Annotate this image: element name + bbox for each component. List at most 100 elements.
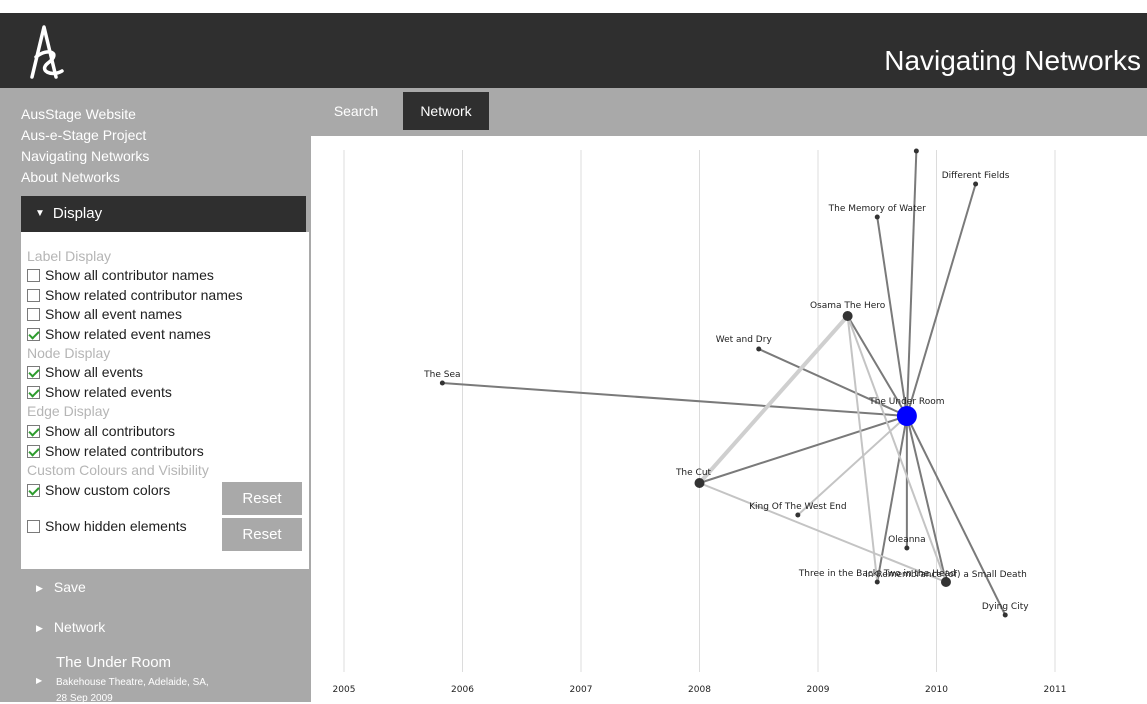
reset-hidden-button[interactable]: Reset bbox=[222, 518, 302, 551]
checkbox-checked[interactable] bbox=[27, 327, 40, 341]
option-show-related-events[interactable]: Show related events bbox=[27, 383, 172, 401]
display-accordion-header[interactable]: ▼ Display bbox=[21, 196, 306, 232]
node-different[interactable] bbox=[973, 181, 979, 187]
option-show-related-contributor-names[interactable]: Show related contributor names bbox=[27, 286, 243, 304]
checkbox-checked[interactable] bbox=[27, 444, 40, 458]
site-links: AusStage Website Aus-e-Stage Project Nav… bbox=[21, 104, 149, 188]
node-king[interactable] bbox=[795, 512, 801, 518]
edges bbox=[442, 150, 1007, 616]
node-label-memory: The Memory of Water bbox=[828, 204, 927, 214]
network-label: Network bbox=[53, 619, 106, 635]
link-aus-e-stage-project[interactable]: Aus-e-Stage Project bbox=[21, 125, 149, 146]
option-show-all-contributors[interactable]: Show all contributors bbox=[27, 422, 175, 440]
node-three[interactable] bbox=[874, 579, 880, 585]
option-label: Show custom colors bbox=[45, 482, 171, 498]
option-label: Show all contributors bbox=[45, 423, 175, 439]
node-sea[interactable] bbox=[439, 380, 445, 386]
option-label: Show related contributors bbox=[45, 443, 204, 459]
display-header-label: Display bbox=[52, 205, 103, 222]
option-label: Show related event names bbox=[45, 326, 211, 342]
triangle-right-icon: ▶ bbox=[36, 583, 43, 593]
option-label: Show hidden elements bbox=[45, 518, 187, 534]
save-label: Save bbox=[53, 579, 86, 595]
tab-bar: Search Network bbox=[311, 88, 1147, 136]
option-label: Show all events bbox=[45, 364, 144, 380]
axis-year-label: 2005 bbox=[333, 685, 356, 695]
triangle-right-icon: ▶ bbox=[36, 676, 43, 685]
edge-under-different[interactable] bbox=[905, 183, 977, 417]
node-label-osama: Osama The Hero bbox=[810, 301, 886, 311]
axis-year-label: 2006 bbox=[451, 685, 474, 695]
checkbox-checked[interactable] bbox=[27, 385, 40, 399]
node-label-dying: Dying City bbox=[982, 602, 1029, 612]
axis-year-label: 2007 bbox=[570, 685, 593, 695]
tab-search[interactable]: Search bbox=[311, 92, 401, 130]
label-display-heading: Label Display bbox=[27, 248, 112, 264]
save-accordion-header[interactable]: ▶ Save bbox=[36, 579, 86, 595]
app-header: Navigating Networks bbox=[0, 13, 1147, 88]
node-label-wetdry: Wet and Dry bbox=[716, 335, 773, 345]
node-memory[interactable] bbox=[874, 214, 880, 220]
link-ausstage-website[interactable]: AusStage Website bbox=[21, 104, 149, 125]
network-graph[interactable]: 2005 2006 2007 2008 2009 2010 2011 The Under R… bbox=[311, 136, 1147, 702]
node-label-remembrance: In Remembrance (of) a Small Death bbox=[865, 570, 1027, 580]
axis-year-label: 2009 bbox=[807, 685, 830, 695]
edge-under-remembrance[interactable] bbox=[905, 415, 947, 583]
option-show-all-events[interactable]: Show all events bbox=[27, 363, 143, 381]
option-label: Show related events bbox=[45, 384, 172, 400]
edge-under-memory[interactable] bbox=[876, 216, 908, 417]
ausstage-logo-icon[interactable] bbox=[22, 19, 72, 81]
node-label-cut: The Cut bbox=[675, 468, 712, 478]
option-show-all-contributor-names[interactable]: Show all contributor names bbox=[27, 266, 214, 284]
node-offtop[interactable] bbox=[913, 148, 919, 154]
tab-network[interactable]: Network bbox=[403, 92, 489, 130]
option-show-hidden-elements[interactable]: Show hidden elements bbox=[27, 517, 187, 535]
node-label-different: Different Fields bbox=[942, 171, 1010, 181]
checkbox[interactable] bbox=[27, 307, 40, 321]
edge-under-offtop[interactable] bbox=[905, 150, 918, 417]
checkbox[interactable] bbox=[27, 288, 40, 302]
option-label: Show all contributor names bbox=[45, 267, 214, 283]
checkbox-checked[interactable] bbox=[27, 365, 40, 379]
checkbox-checked[interactable] bbox=[27, 483, 40, 497]
node-cut[interactable] bbox=[694, 478, 705, 488]
reset-colors-button[interactable]: Reset bbox=[222, 482, 302, 515]
checkbox-checked[interactable] bbox=[27, 424, 40, 438]
node-label-oleanna: Oleanna bbox=[888, 535, 926, 545]
year-gridlines bbox=[343, 150, 1056, 672]
checkbox[interactable] bbox=[27, 519, 40, 533]
axis-year-label: 2011 bbox=[1044, 685, 1067, 695]
node-wetdry[interactable] bbox=[756, 346, 762, 352]
node-label-sea: The Sea bbox=[423, 370, 460, 380]
option-show-custom-colors[interactable]: Show custom colors bbox=[27, 481, 170, 499]
triangle-down-icon: ▼ bbox=[35, 208, 45, 219]
display-panel: Label Display Show all contributor names… bbox=[21, 232, 309, 569]
edge-under-sea[interactable] bbox=[442, 382, 907, 417]
event-title: The Under Room bbox=[56, 654, 172, 671]
triangle-right-icon: ▶ bbox=[36, 623, 43, 633]
link-about-networks[interactable]: About Networks bbox=[21, 167, 149, 188]
axis-year-label: 2008 bbox=[688, 685, 711, 695]
option-label: Show all event names bbox=[45, 306, 182, 322]
link-navigating-networks[interactable]: Navigating Networks bbox=[21, 146, 149, 167]
option-show-all-event-names[interactable]: Show all event names bbox=[27, 305, 182, 323]
node-under[interactable] bbox=[896, 406, 917, 426]
node-label-king: King Of The West End bbox=[749, 502, 846, 512]
option-label: Show related contributor names bbox=[45, 287, 243, 303]
option-show-related-event-names[interactable]: Show related event names bbox=[27, 325, 211, 343]
event-venue: Bakehouse Theatre, Adelaide, SA, bbox=[56, 677, 209, 688]
network-accordion-header[interactable]: ▶ Network bbox=[36, 619, 105, 635]
node-oleanna[interactable] bbox=[904, 545, 910, 551]
node-osama[interactable] bbox=[842, 311, 853, 321]
sidebar: AusStage Website Aus-e-Stage Project Nav… bbox=[0, 88, 311, 704]
checkbox[interactable] bbox=[27, 268, 40, 282]
node-label-under: The Under Room bbox=[868, 397, 944, 407]
nodes bbox=[439, 148, 1008, 618]
edge-cut-remembrance[interactable] bbox=[699, 482, 947, 583]
year-axis: 2005 2006 2007 2008 2009 2010 2011 bbox=[333, 685, 1067, 695]
custom-colours-heading: Custom Colours and Visibility bbox=[27, 462, 209, 478]
app-title: Navigating Networks bbox=[884, 45, 1141, 76]
event-date: 28 Sep 2009 bbox=[56, 693, 113, 704]
option-show-related-contributors[interactable]: Show related contributors bbox=[27, 442, 204, 460]
node-dying[interactable] bbox=[1002, 612, 1008, 618]
